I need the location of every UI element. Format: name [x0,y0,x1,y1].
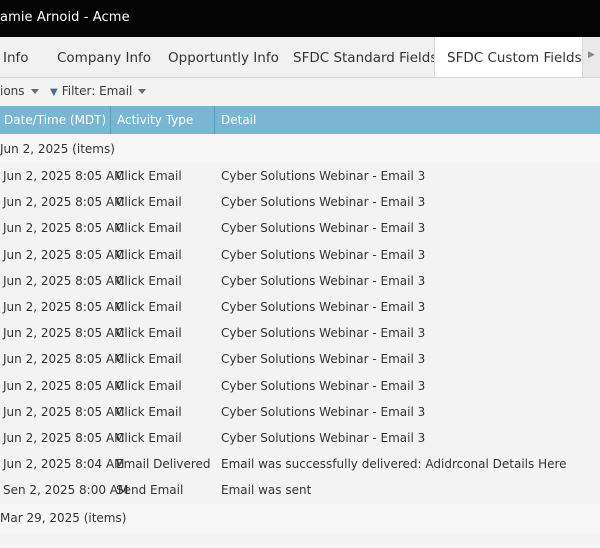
cell-activity-type: Click Email [116,221,182,236]
filter-label: Filter: Email [61,84,133,98]
window-title: amie Arnoid - Acme [0,10,130,25]
actions-label: ions [0,84,25,98]
cell-activity-type: Click Email [116,247,182,262]
cell-datetime: Jun 2, 2025 8:05 AM [3,195,125,210]
cell-activity-type: Click Email [116,195,182,210]
table-row[interactable]: Jun 2, 2025 8:05 AM Click Email Cyber Solu… [0,424,600,452]
group-header-row[interactable]: Mar 29, 2025 (items) [0,503,600,533]
toolbar: ions ▼ Filter: Email [0,78,600,106]
tab-opportunity-info[interactable]: Opportuntly Info [168,37,279,77]
cell-detail: Cyber Solutions Webinar - Email 3 [221,378,426,393]
table-row[interactable]: Sen 2, 2025 8:00 AM Send Email Email was s… [0,477,600,504]
table-row[interactable]: Jun 2, 2025 8:05 AM Click Email Cyber Solu… [0,241,600,268]
cell-activity-type: Click Email [116,430,182,445]
tab-sfdc-custom-fields[interactable]: SFDC Custom Fields [434,37,595,77]
cell-activity-type: Click Email [116,273,182,288]
cell-datetime: Jun 2, 2025 8:04 AM [3,457,125,472]
tab-scroll-button[interactable]: ▶ [582,37,600,77]
cell-datetime: Jun 2, 2025 8:05 AM [3,326,125,341]
column-header-activity-type[interactable]: Activity Type [117,113,193,127]
cell-detail: Cyber Solutions Webinar - Email 3 [221,326,426,341]
cell-activity-type: Click Email [116,352,182,367]
cell-detail: Cyber Solutions Webinar - Email 3 [221,352,426,367]
table-row[interactable]: Jun 2, 2025 8:05 AM Click Email Cyber Solu… [0,372,600,399]
actions-dropdown[interactable]: ions [0,84,39,98]
cell-datetime: Jun 2, 2025 8:05 AM [3,247,125,262]
table-row[interactable]: Jun 2, 2025 8:04 AM Email Delivered Email … [0,451,600,478]
cell-activity-type: Click Email [116,169,182,183]
table-row[interactable]: Jun 2, 2025 8:05 AM Click Email Cyber Solu… [0,189,600,216]
column-divider[interactable] [110,106,111,134]
cell-detail: Cyber Solutions Webinar - Email 3 [221,247,426,262]
tab-info[interactable]: Info [3,37,29,77]
cell-detail: Cyber Solutions Webinar - Email 3 [221,195,426,210]
caret-down-icon [138,89,147,94]
cell-datetime: Jun 2, 2025 8:05 AM [3,430,125,445]
cell-detail: Cyber Solutions Webinar - Email 3 [221,169,426,183]
cell-datetime: Jun 2, 2025 8:05 AM [3,404,125,419]
cell-datetime: Jun 2, 2025 8:05 AM [3,299,125,314]
table-row[interactable]: Jun 2, 2025 8:05 AM Click Email Cyber Solu… [0,215,600,242]
cell-activity-type: Email Delivered [116,457,211,472]
table-row[interactable]: Jun 2, 2025 8:05 AM Click Email Cyber Solu… [0,163,600,190]
cell-activity-type: Send Email [116,483,184,498]
table-row[interactable]: Jun 2, 2025 8:05 AM Click Email Cyber Solu… [0,293,600,321]
funnel-icon: ▼ [50,87,58,98]
caret-down-icon [30,89,39,94]
group-label: Jun 2, 2025 (items) [0,142,115,156]
cell-detail: Cyber Solutions Webinar - Email 3 [221,299,426,314]
cell-activity-type: Click Email [116,299,182,314]
column-divider[interactable] [214,106,215,134]
activity-table-body: Jun 2, 2025 8:05 AM Click Email Cyber Solu… [0,163,600,504]
cell-datetime: Jun 2, 2025 8:05 AM [3,378,125,393]
cell-datetime: Sen 2, 2025 8:00 AM [3,483,129,498]
chevron-right-icon: ▶ [588,50,595,60]
cell-datetime: Jun 2, 2025 8:05 AM [3,221,125,236]
column-header-datetime[interactable]: Date/Time (MDT) [4,113,106,127]
title-bar: amie Arnoid - Acme [0,0,600,37]
filter-dropdown[interactable]: ▼ Filter: Email [50,84,147,98]
cell-detail: Cyber Solutions Webinar - Email 3 [221,273,426,288]
cell-datetime: Jun 2, 2025 8:05 AM [3,273,125,288]
group-header-row[interactable]: Jun 2, 2025 (items) [0,134,600,164]
table-header: Date/Time (MDT) Activity Type Detail [0,106,600,134]
table-row[interactable]: Jun 2, 2025 8:05 AM Click Email Cyber Solu… [0,346,600,373]
table-row[interactable]: Jun 2, 2025 8:05 AM Click Email Cyber Solu… [0,320,600,347]
tab-company-info[interactable]: Company Info [57,37,151,77]
cell-detail: Cyber Solutions Webinar - Email 3 [221,404,426,419]
cell-detail: Email was successfully delivered: Adidrc… [221,457,567,472]
cell-activity-type: Click Email [116,378,182,393]
table-row[interactable]: Jun 2, 2025 8:05 AM Click Email Cyber Solu… [0,398,600,425]
cell-datetime: Jun 2, 2025 8:05 AM [3,352,125,367]
tab-bar: Info Company Info Opportuntly Info SFDC … [0,37,600,78]
group-label: Mar 29, 2025 (items) [0,511,127,525]
cell-activity-type: Click Email [116,404,182,419]
cell-datetime: Jun 2, 2025 8:05 AM [3,169,125,183]
cell-detail: Cyber Solutions Webinar - Email 3 [221,221,426,236]
table-row[interactable]: Jun 2, 2025 8:05 AM Click Email Cyber Solu… [0,267,600,294]
column-header-detail[interactable]: Detail [221,113,256,127]
cell-detail: Email was sent [221,483,312,498]
cell-detail: Cyber Solutions Webinar - Email 3 [221,430,426,445]
tab-sfdc-standard-fields[interactable]: SFDC Standard Fields [293,37,437,77]
cell-activity-type: Click Email [116,326,182,341]
